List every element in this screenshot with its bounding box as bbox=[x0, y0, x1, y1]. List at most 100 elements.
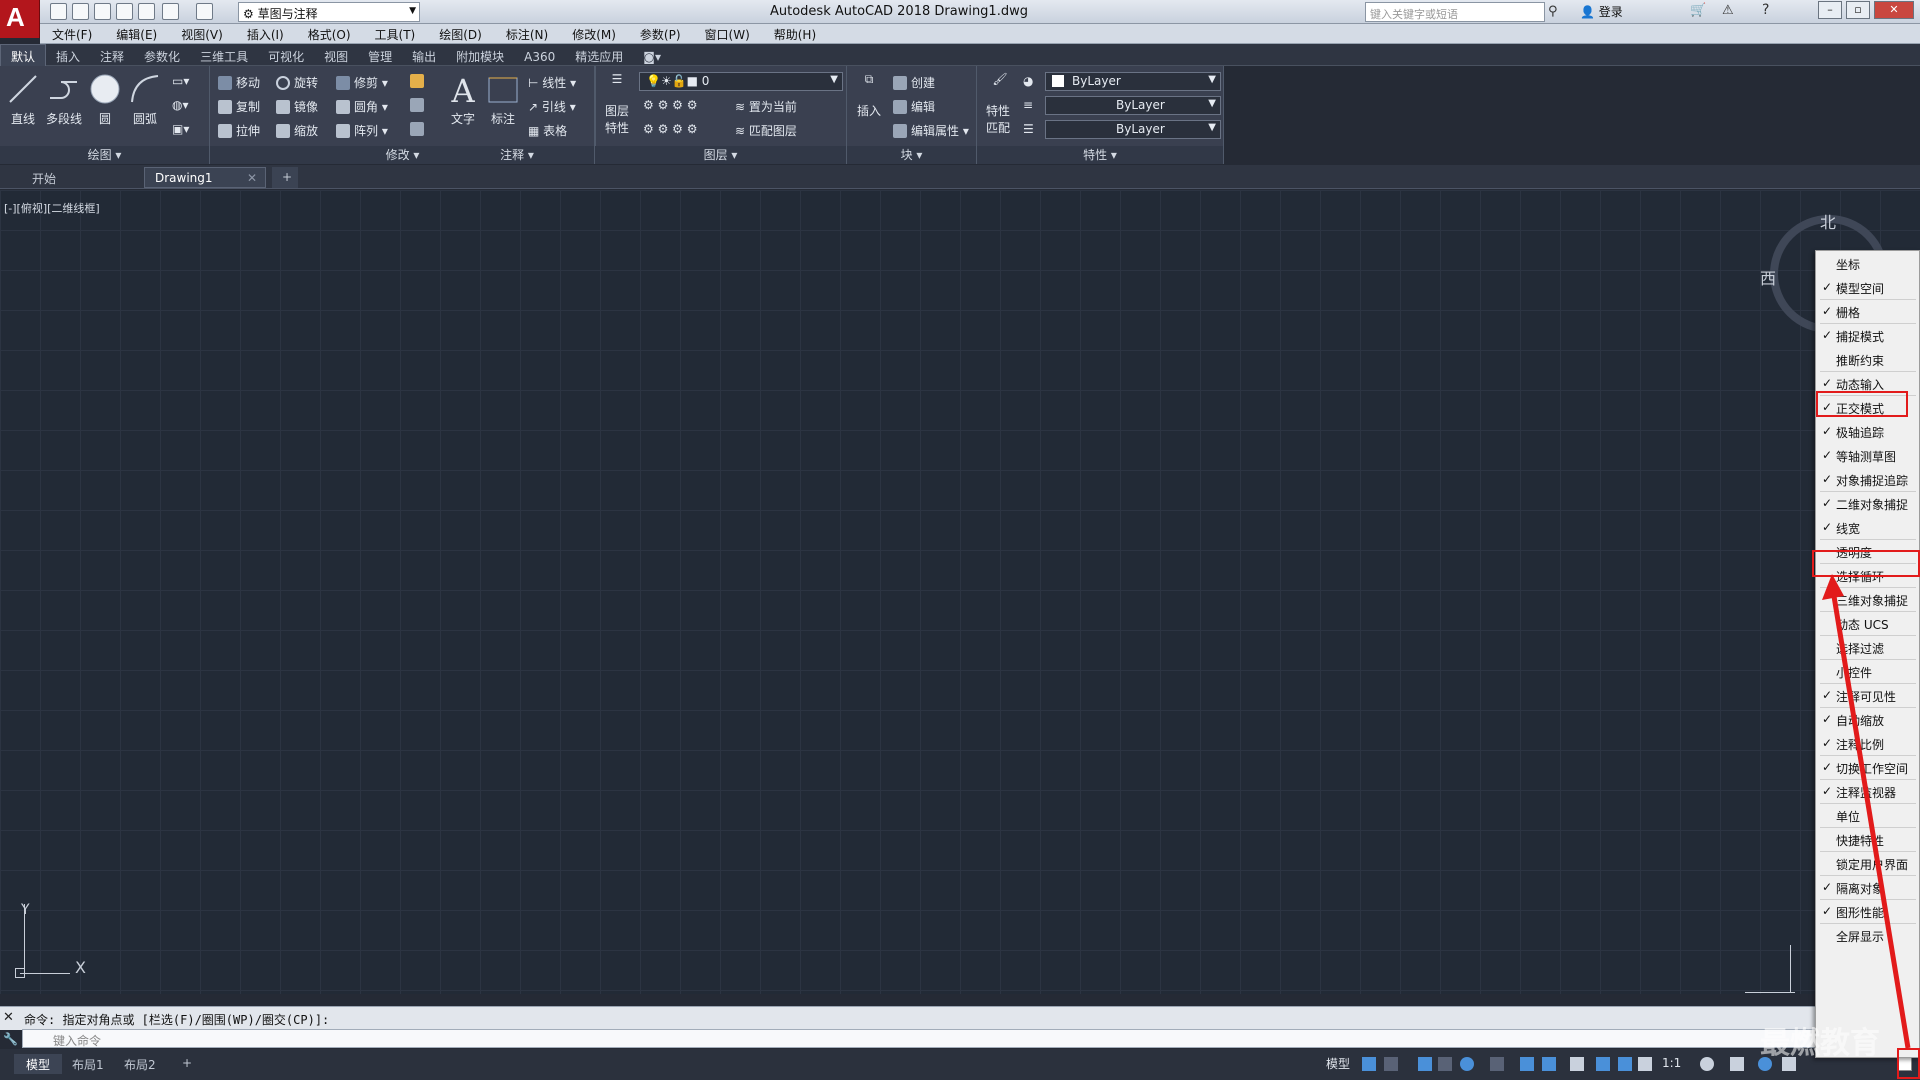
linetype-select[interactable]: ByLayer ▼ bbox=[1045, 96, 1221, 115]
redo-icon[interactable] bbox=[196, 3, 213, 20]
match-layer-button[interactable]: ≋ 匹配图层 bbox=[735, 122, 797, 139]
close-icon[interactable]: ✕ bbox=[3, 1010, 14, 1025]
edit-block-button[interactable]: 编辑 bbox=[893, 98, 935, 115]
circle-button[interactable]: 圆 bbox=[88, 72, 122, 127]
erase-icon[interactable] bbox=[410, 74, 428, 88]
menu-insert[interactable]: 插入(I) bbox=[235, 24, 296, 43]
workspace-gear-icon[interactable] bbox=[1700, 1057, 1714, 1071]
tab-model[interactable]: 模型 bbox=[14, 1054, 63, 1074]
block-panel-label[interactable]: 块 ▾ bbox=[847, 146, 976, 164]
edit-attributes-button[interactable]: 编辑属性 ▾ bbox=[893, 122, 969, 139]
layer-tools-row1[interactable]: ⚙ ⚙ ⚙ ⚙ bbox=[643, 98, 697, 112]
new-tab-button[interactable]: + bbox=[272, 167, 298, 188]
insert-block-button[interactable]: ⧉ 插入 bbox=[851, 72, 887, 119]
layer-select[interactable]: 💡☀🔓■ 0 ▼ bbox=[639, 72, 843, 91]
draw-panel-label[interactable]: 绘图 ▾ bbox=[0, 146, 209, 164]
tab-visualize[interactable]: 可视化 bbox=[258, 45, 314, 68]
polar-icon[interactable] bbox=[1460, 1057, 1474, 1071]
move-button[interactable]: 移动 bbox=[218, 74, 260, 91]
trim-button[interactable]: 修剪 ▾ bbox=[336, 74, 388, 91]
tab-layout1[interactable]: 布局1 bbox=[60, 1054, 116, 1074]
add-layout-button[interactable]: + bbox=[170, 1054, 204, 1074]
drawing-canvas[interactable] bbox=[0, 190, 1920, 994]
annotation-monitor-icon[interactable] bbox=[1638, 1057, 1652, 1071]
tab-a360[interactable]: A360 bbox=[514, 47, 565, 67]
new-file-icon[interactable] bbox=[50, 3, 67, 20]
annotation-panel-label[interactable]: 注释 ▾ bbox=[440, 146, 594, 164]
autocad-logo-button[interactable]: A bbox=[0, 0, 40, 38]
tab-parametric[interactable]: 参数化 bbox=[134, 45, 190, 68]
text-button[interactable]: A 文字 bbox=[446, 72, 480, 127]
open-file-icon[interactable] bbox=[72, 3, 89, 20]
osnap-icon[interactable] bbox=[1542, 1057, 1556, 1071]
auto-scale-icon[interactable] bbox=[1618, 1057, 1632, 1071]
tab-manage[interactable]: 管理 bbox=[358, 45, 402, 68]
tab-view[interactable]: 视图 bbox=[314, 45, 358, 68]
print-icon[interactable] bbox=[138, 3, 155, 20]
layers-panel-label[interactable]: 图层 ▾ bbox=[595, 146, 846, 164]
binoculars-icon[interactable]: ⚲ bbox=[1548, 4, 1558, 19]
linear-button[interactable]: ⊢ 线性 ▾ bbox=[528, 74, 576, 91]
rotate-button[interactable]: 旋转 bbox=[276, 74, 318, 91]
menu-item[interactable]: ✓ 对象捕捉追踪 bbox=[1816, 470, 1919, 489]
save-as-icon[interactable] bbox=[116, 3, 133, 20]
create-block-button[interactable]: 创建 bbox=[893, 74, 935, 91]
leader-button[interactable]: ↗ 引线 ▾ bbox=[528, 98, 576, 115]
mirror-button[interactable]: 镜像 bbox=[276, 98, 318, 115]
dynamic-input-icon[interactable] bbox=[1418, 1057, 1432, 1071]
menu-tools[interactable]: 工具(T) bbox=[363, 24, 428, 43]
close-button[interactable]: ✕ bbox=[1874, 1, 1914, 19]
properties-panel-label[interactable]: 特性 ▾ bbox=[977, 146, 1223, 164]
set-current-button[interactable]: ≋ 置为当前 bbox=[735, 98, 797, 115]
tab-addins[interactable]: 附加模块 bbox=[446, 45, 514, 68]
menu-item[interactable]: ✓ 线宽 bbox=[1816, 518, 1919, 537]
polyline-button[interactable]: 多段线 bbox=[44, 72, 84, 127]
copy-button[interactable]: 复制 bbox=[218, 98, 260, 115]
menu-view[interactable]: 视图(V) bbox=[169, 24, 235, 43]
isodraft-icon[interactable] bbox=[1490, 1057, 1504, 1071]
grid-icon[interactable] bbox=[1362, 1057, 1376, 1071]
menu-item[interactable]: ✓ 模型空间 bbox=[1816, 278, 1919, 297]
model-space-button[interactable]: 模型 bbox=[1326, 1055, 1350, 1072]
stretch-button[interactable]: 拉伸 bbox=[218, 122, 260, 139]
menu-format[interactable]: 格式(O) bbox=[296, 24, 363, 43]
tab-start[interactable]: 开始 bbox=[22, 167, 142, 188]
login-button[interactable]: 👤 登录 bbox=[1580, 3, 1623, 20]
region-icon[interactable]: ▣▾ bbox=[172, 122, 189, 136]
menu-item[interactable]: 坐标 bbox=[1816, 254, 1919, 273]
exchange-icon[interactable]: ⚠ bbox=[1722, 3, 1734, 18]
rectangle-icon[interactable]: ▭▾ bbox=[172, 74, 189, 88]
color-wheel-icon[interactable]: ◕ bbox=[1023, 74, 1033, 88]
viewport-label[interactable]: [-][俯视][二维线框] bbox=[4, 200, 100, 216]
lineweight-icon[interactable]: ☰ bbox=[1023, 122, 1034, 136]
tab-featured[interactable]: 精选应用 bbox=[565, 45, 633, 68]
tab-output[interactable]: 输出 bbox=[402, 45, 446, 68]
maximize-button[interactable]: ▫ bbox=[1846, 1, 1870, 19]
menu-file[interactable]: 文件(F) bbox=[40, 24, 104, 43]
undo-icon[interactable] bbox=[162, 3, 179, 20]
command-input[interactable]: 键入命令 bbox=[22, 1029, 1920, 1048]
linetype-icon[interactable]: ≡ bbox=[1023, 98, 1033, 112]
workspace-select[interactable]: ⚙ 草图与注释 ▼ bbox=[238, 2, 420, 22]
scale-button[interactable]: 缩放 bbox=[276, 122, 318, 139]
compass-west[interactable]: 西 bbox=[1760, 265, 1776, 289]
menu-item[interactable]: ✓ 二维对象捕捉 bbox=[1816, 494, 1919, 513]
explode-icon[interactable] bbox=[410, 98, 428, 112]
fillet-button[interactable]: 圆角 ▾ bbox=[336, 98, 388, 115]
menu-draw[interactable]: 绘图(D) bbox=[427, 24, 494, 43]
help-icon[interactable]: ? bbox=[1762, 2, 1769, 18]
camera-icon[interactable]: ◙▾ bbox=[633, 47, 671, 67]
ortho-icon[interactable] bbox=[1438, 1057, 1452, 1071]
tab-insert[interactable]: 插入 bbox=[46, 45, 90, 68]
array-button[interactable]: 阵列 ▾ bbox=[336, 122, 388, 139]
tab-annotate[interactable]: 注释 bbox=[90, 45, 134, 68]
tab-layout2[interactable]: 布局2 bbox=[112, 1054, 168, 1074]
hatch-icon[interactable]: ◍▾ bbox=[172, 98, 189, 112]
lineweight-select[interactable]: ByLayer ▼ bbox=[1045, 120, 1221, 139]
tab-drawing1[interactable]: Drawing1 ✕ bbox=[144, 167, 266, 188]
search-input[interactable]: 键入关键字或短语 bbox=[1365, 2, 1545, 22]
save-icon[interactable] bbox=[94, 3, 111, 20]
menu-item[interactable]: ✓ 极轴追踪 bbox=[1816, 422, 1919, 441]
menu-dimension[interactable]: 标注(N) bbox=[494, 24, 560, 43]
cart-icon[interactable]: 🛒 bbox=[1690, 3, 1706, 18]
